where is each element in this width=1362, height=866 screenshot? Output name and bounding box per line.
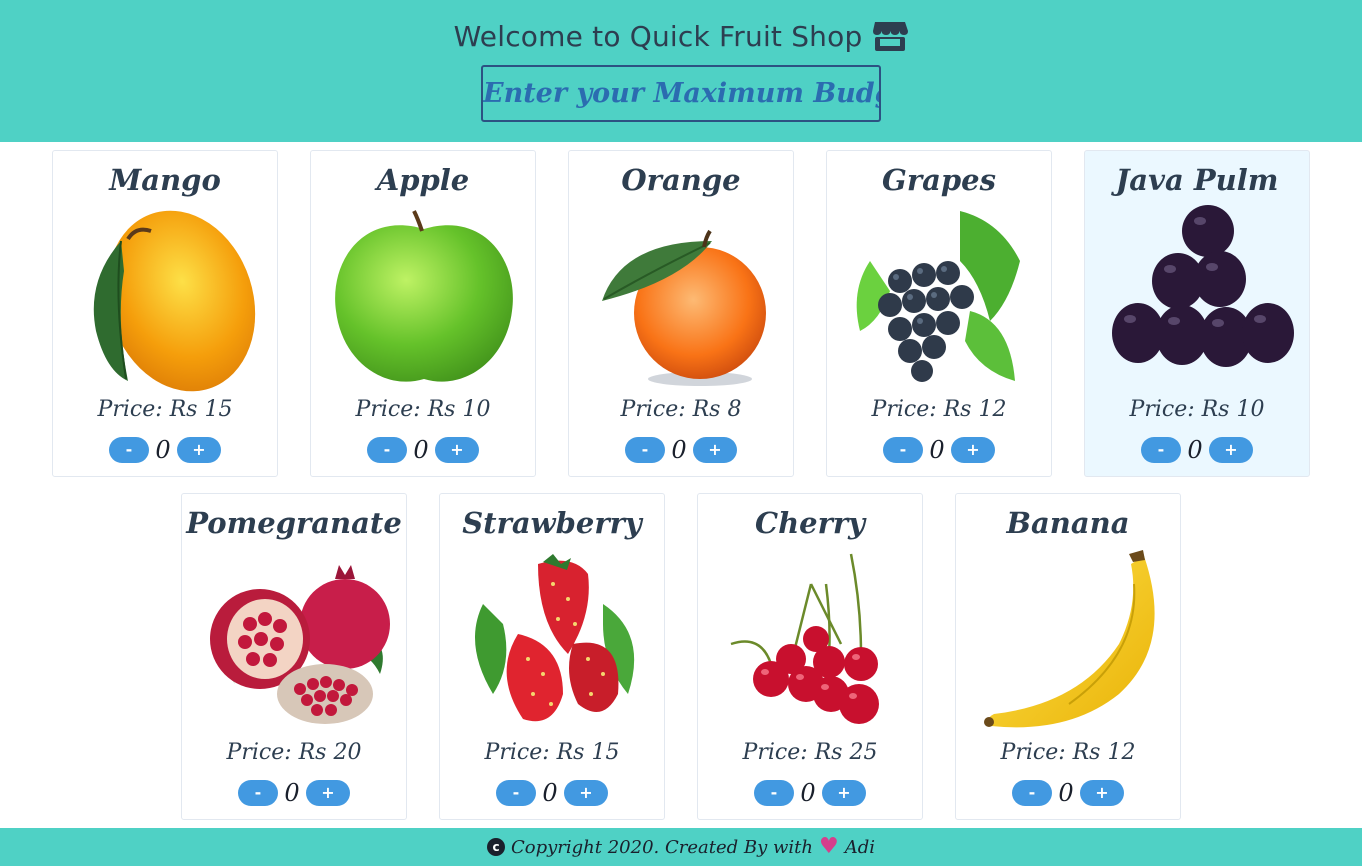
decrement-button[interactable]: -: [1012, 780, 1052, 806]
quantity-value: 0: [929, 436, 945, 464]
increment-button[interactable]: +: [693, 437, 737, 463]
quantity-value: 0: [542, 779, 558, 807]
fruit-name: Mango: [109, 163, 221, 197]
quantity-stepper: - 0 +: [182, 779, 406, 807]
store-icon: [873, 22, 909, 51]
fruit-price: Price: Rs 15: [484, 740, 620, 765]
quantity-value: 0: [1058, 779, 1074, 807]
fruit-card-java-plum: Java Pulm Price: Rs 10 - 0 +: [1084, 150, 1310, 477]
fruit-name: Orange: [621, 163, 741, 197]
page-title: Welcome to Quick Fruit Shop: [453, 19, 863, 53]
decrement-button[interactable]: -: [238, 780, 278, 806]
budget-input[interactable]: [483, 67, 879, 120]
header: Welcome to Quick Fruit Shop: [0, 0, 1362, 142]
footer-author: Adi: [844, 836, 875, 858]
fruit-card-cherry: Cherry Price: Rs 25 - 0 +: [697, 493, 923, 820]
fruit-name: Apple: [376, 163, 470, 197]
quantity-value: 0: [671, 436, 687, 464]
quantity-value: 0: [155, 436, 171, 464]
fruit-card-mango: Mango Price: Rs 15 - 0 +: [52, 150, 278, 477]
quantity-value: 0: [800, 779, 816, 807]
quantity-stepper: - 0 +: [827, 436, 1051, 464]
orange-icon: [602, 229, 766, 386]
fruit-card-apple: Apple Price: Rs 10 - 0 +: [310, 150, 536, 477]
grapes-icon: [856, 211, 1020, 382]
fruit-price: Price: Rs 12: [871, 397, 1007, 422]
decrement-button[interactable]: -: [1141, 437, 1181, 463]
fruit-price: Price: Rs 25: [742, 740, 878, 765]
quantity-stepper: - 0 +: [956, 779, 1180, 807]
pomegranate-icon: [210, 565, 390, 724]
fruit-price: Price: Rs 10: [355, 397, 491, 422]
fruit-card-strawberry: Strawberry Price: Rs 15 - 0 +: [439, 493, 665, 820]
increment-button[interactable]: +: [435, 437, 479, 463]
fruit-card-banana: Banana Price: Rs 12 - 0 +: [955, 493, 1181, 820]
increment-button[interactable]: +: [306, 780, 350, 806]
fruit-price: Price: Rs 15: [97, 397, 233, 422]
fruit-price: Price: Rs 10: [1129, 397, 1265, 422]
footer: c Copyright 2020. Created By with ♥ Adi: [0, 828, 1362, 866]
decrement-button[interactable]: -: [883, 437, 923, 463]
fruit-name: Strawberry: [462, 506, 642, 540]
footer-text: Copyright 2020. Created By with: [511, 836, 813, 858]
decrement-button[interactable]: -: [109, 437, 149, 463]
increment-button[interactable]: +: [1209, 437, 1253, 463]
cherry-icon: [730, 553, 879, 724]
quantity-stepper: - 0 +: [440, 779, 664, 807]
quantity-value: 0: [1187, 436, 1203, 464]
fruit-name: Banana: [1006, 506, 1130, 540]
increment-button[interactable]: +: [177, 437, 221, 463]
fruit-name: Cherry: [754, 506, 866, 540]
decrement-button[interactable]: -: [625, 437, 665, 463]
fruit-price: Price: Rs 8: [620, 397, 742, 422]
quantity-stepper: - 0 +: [53, 436, 277, 464]
copyright-icon: c: [487, 838, 505, 856]
increment-button[interactable]: +: [951, 437, 995, 463]
java-plum-icon: [1112, 205, 1294, 367]
increment-button[interactable]: +: [564, 780, 608, 806]
decrement-button[interactable]: -: [496, 780, 536, 806]
quantity-value: 0: [284, 779, 300, 807]
apple-icon: [335, 210, 513, 382]
fruit-price: Price: Rs 12: [1000, 740, 1136, 765]
banana-icon: [984, 550, 1155, 728]
decrement-button[interactable]: -: [367, 437, 407, 463]
budget-box: [481, 65, 881, 122]
strawberry-icon: [475, 554, 635, 722]
fruit-name: Java Pulm: [1115, 163, 1279, 197]
quantity-stepper: - 0 +: [698, 779, 922, 807]
decrement-button[interactable]: -: [754, 780, 794, 806]
fruit-name: Grapes: [882, 163, 996, 197]
mango-icon: [93, 210, 256, 392]
fruit-card-orange: Orange Price: Rs 8 - 0 +: [568, 150, 794, 477]
increment-button[interactable]: +: [822, 780, 866, 806]
title-row: Welcome to Quick Fruit Shop: [0, 14, 1362, 58]
fruit-name: Pomegranate: [186, 506, 402, 540]
heart-icon: ♥: [818, 834, 839, 859]
fruit-card-pomegranate: Pomegranate Price: Rs 20 - 0 +: [181, 493, 407, 820]
quantity-stepper: - 0 +: [311, 436, 535, 464]
quantity-value: 0: [413, 436, 429, 464]
fruit-card-grapes: Grapes Price: Rs 12 - 0 +: [826, 150, 1052, 477]
increment-button[interactable]: +: [1080, 780, 1124, 806]
quantity-stepper: - 0 +: [1085, 436, 1309, 464]
quantity-stepper: - 0 +: [569, 436, 793, 464]
fruit-price: Price: Rs 20: [226, 740, 362, 765]
